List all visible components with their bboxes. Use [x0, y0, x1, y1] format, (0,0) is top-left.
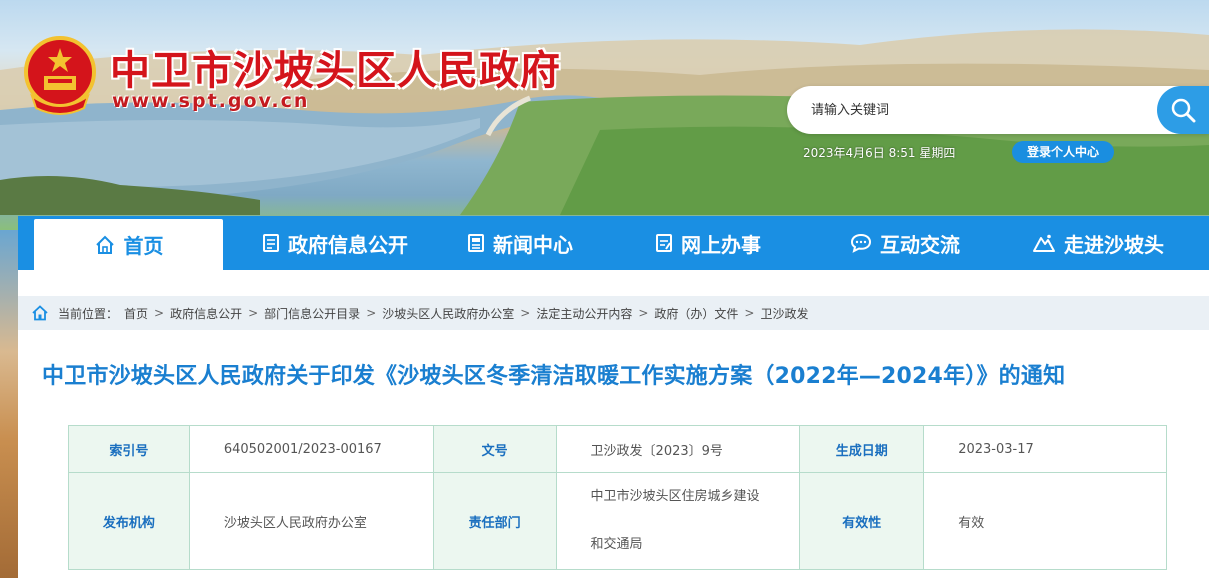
meta-value-dept-line1: 中卫市沙坡头区住房城乡建设 [590, 489, 760, 504]
document-meta-table: 索引号 640502001/2023-00167 文号 卫沙政发〔2023〕9号… [68, 425, 1167, 570]
mountain-icon [1033, 234, 1055, 252]
breadcrumb: 当前位置： 首页 > 政府信息公开 > 部门信息公开目录 > 沙坡头区人民政府办… [18, 296, 1209, 330]
meta-value-publisher: 沙坡头区人民政府办公室 [188, 472, 434, 570]
breadcrumb-item-dept-catalog[interactable]: 部门信息公开目录 [264, 305, 360, 322]
breadcrumb-item-office[interactable]: 沙坡头区人民政府办公室 [382, 305, 514, 322]
breadcrumb-item-current[interactable]: 卫沙政发 [760, 305, 808, 322]
nav-label: 互动交流 [880, 232, 960, 257]
breadcrumb-separator: > [520, 306, 531, 320]
document-title: 中卫市沙坡头区人民政府关于印发《沙坡头区冬季清洁取暖工作实施方案（2022年—2… [42, 364, 1066, 389]
search-button[interactable] [1157, 86, 1209, 134]
meta-key-docno: 文号 [432, 425, 557, 473]
header-banner: 中卫市沙坡头区人民政府 www.spt.gov.cn 2023年4月6日 8:5… [0, 0, 1209, 230]
nav-item-about[interactable]: 走进沙坡头 [1008, 216, 1188, 270]
chat-icon [850, 233, 872, 253]
search-input[interactable] [811, 98, 1151, 122]
left-decor-strip [0, 230, 18, 578]
meta-value-dept-line2: 和交通局 [590, 537, 643, 552]
breadcrumb-label: 当前位置： [58, 306, 119, 321]
news-icon [468, 234, 484, 252]
meta-key-date: 生成日期 [799, 425, 925, 473]
breadcrumb-separator: > [366, 306, 377, 320]
table-row: 发布机构 沙坡头区人民政府办公室 责任部门 中卫市沙坡头区住房城乡建设 和交通局… [68, 472, 1167, 570]
meta-key-publisher: 发布机构 [68, 472, 190, 570]
nav-label: 走进沙坡头 [1064, 232, 1164, 257]
nav-label: 政府信息公开 [288, 232, 408, 257]
main-nav: 首页 政府信息公开 新闻中心 网上办事 互动交流 走进沙坡头 [18, 216, 1209, 270]
nav-item-news[interactable]: 新闻中心 [430, 216, 610, 270]
national-emblem-icon [24, 36, 96, 115]
login-button[interactable]: 登录个人中心 [1012, 141, 1114, 163]
meta-value-index: 640502001/2023-00167 [188, 425, 434, 473]
meta-key-validity: 有效性 [799, 472, 925, 570]
content-area: 当前位置： 首页 > 政府信息公开 > 部门信息公开目录 > 沙坡头区人民政府办… [18, 270, 1209, 578]
site-url: www.spt.gov.cn [112, 90, 310, 112]
breadcrumb-item-gov-info[interactable]: 政府信息公开 [170, 305, 242, 322]
current-datetime: 2023年4月6日 8:51 星期四 [803, 146, 956, 160]
meta-value-docno: 卫沙政发〔2023〕9号 [555, 425, 801, 473]
meta-value-dept: 中卫市沙坡头区住房城乡建设 和交通局 [555, 472, 801, 570]
breadcrumb-item-statutory[interactable]: 法定主动公开内容 [536, 305, 632, 322]
breadcrumb-item-gov-docs[interactable]: 政府（办）文件 [654, 305, 738, 322]
nav-label: 新闻中心 [493, 232, 573, 257]
nav-item-interaction[interactable]: 互动交流 [815, 216, 995, 270]
search-icon [1171, 98, 1196, 123]
breadcrumb-separator: > [154, 306, 165, 320]
nav-item-online-services[interactable]: 网上办事 [618, 216, 798, 270]
home-icon [95, 235, 114, 254]
edit-form-icon [656, 234, 672, 252]
meta-value-validity: 有效 [923, 472, 1167, 570]
site-title: 中卫市沙坡头区人民政府 [110, 48, 561, 94]
search-box [787, 86, 1209, 134]
breadcrumb-separator: > [638, 306, 649, 320]
breadcrumb-item-home[interactable]: 首页 [124, 305, 148, 322]
document-icon [263, 234, 279, 252]
meta-key-dept: 责任部门 [432, 472, 557, 570]
nav-label: 网上办事 [681, 232, 761, 257]
table-row: 索引号 640502001/2023-00167 文号 卫沙政发〔2023〕9号… [68, 425, 1167, 473]
breadcrumb-separator: > [248, 306, 259, 320]
meta-value-date: 2023-03-17 [923, 425, 1167, 473]
nav-item-home[interactable]: 首页 [34, 219, 223, 270]
breadcrumb-separator: > [744, 306, 755, 320]
home-icon [32, 305, 48, 321]
nav-item-gov-info[interactable]: 政府信息公开 [240, 216, 430, 270]
meta-key-index: 索引号 [68, 425, 190, 473]
nav-label: 首页 [123, 234, 164, 258]
